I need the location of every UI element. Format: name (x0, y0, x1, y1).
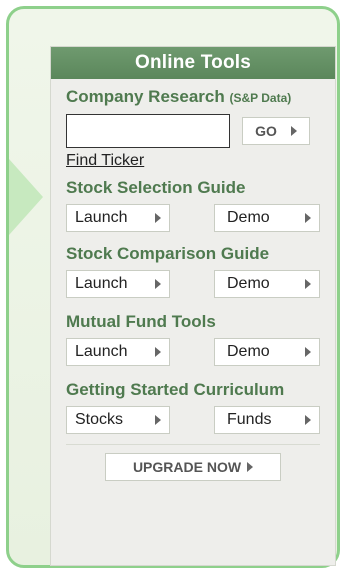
play-right-icon (155, 213, 161, 223)
stock-selection-guide-section: Stock Selection Guide Launch Demo (51, 178, 335, 232)
funds-label: Funds (227, 411, 272, 428)
stock-selection-demo-button[interactable]: Demo (214, 204, 320, 232)
upgrade-now-label: UPGRADE NOW (132, 459, 242, 475)
ticker-search-input[interactable] (66, 114, 230, 148)
stock-comparison-guide-title: Stock Comparison Guide (66, 244, 270, 263)
stock-selection-guide-buttons: Launch Demo (66, 204, 320, 232)
demo-label: Demo (227, 275, 270, 292)
go-button-label: GO (255, 123, 277, 139)
launch-label: Launch (75, 275, 128, 292)
upgrade-now-button[interactable]: UPGRADE NOW (105, 453, 281, 481)
go-button[interactable]: GO (242, 117, 310, 145)
stock-selection-launch-button[interactable]: Launch (66, 204, 170, 232)
stock-comparison-guide-buttons: Launch Demo (66, 270, 320, 298)
play-right-icon (305, 213, 311, 223)
mutual-fund-tools-buttons: Launch Demo (66, 338, 320, 366)
section-divider (66, 444, 320, 445)
mutual-fund-tools-title: Mutual Fund Tools (66, 312, 216, 331)
play-right-icon (155, 415, 161, 425)
online-tools-panel: Online Tools Company Research (S&P Data)… (50, 46, 336, 566)
stock-comparison-guide-section: Stock Comparison Guide Launch Demo (51, 244, 335, 298)
play-right-icon (305, 347, 311, 357)
stock-comparison-demo-button[interactable]: Demo (214, 270, 320, 298)
stocks-label: Stocks (75, 411, 124, 428)
curriculum-funds-button[interactable]: Funds (214, 406, 320, 434)
mutual-fund-tools-section: Mutual Fund Tools Launch Demo (51, 312, 335, 366)
curriculum-stocks-button[interactable]: Stocks (66, 406, 170, 434)
online-tools-widget: Online Tools Company Research (S&P Data)… (6, 6, 340, 568)
demo-label: Demo (227, 343, 270, 360)
play-right-icon (155, 347, 161, 357)
company-research-title-text: Company Research (66, 87, 225, 106)
mutual-fund-demo-button[interactable]: Demo (214, 338, 320, 366)
ticker-search-row: GO (66, 114, 320, 148)
side-pointer (9, 159, 43, 235)
company-research-subtitle: (S&P Data) (229, 91, 292, 105)
getting-started-curriculum-buttons: Stocks Funds (66, 406, 320, 434)
play-right-icon (290, 126, 297, 136)
play-right-icon (305, 279, 311, 289)
getting-started-curriculum-section: Getting Started Curriculum Stocks Funds (51, 380, 335, 434)
launch-label: Launch (75, 343, 128, 360)
find-ticker-link[interactable]: Find Ticker (66, 152, 144, 170)
demo-label: Demo (227, 209, 270, 226)
stock-comparison-launch-button[interactable]: Launch (66, 270, 170, 298)
upgrade-wrap: UPGRADE NOW (51, 453, 335, 481)
panel-title: Online Tools (51, 47, 335, 79)
mutual-fund-launch-button[interactable]: Launch (66, 338, 170, 366)
company-research-section: Company Research (S&P Data) GO Find Tick… (51, 87, 335, 170)
company-research-title: Company Research (S&P Data) (66, 87, 320, 108)
play-right-icon (155, 279, 161, 289)
getting-started-curriculum-title: Getting Started Curriculum (66, 380, 285, 399)
launch-label: Launch (75, 209, 128, 226)
stock-selection-guide-title: Stock Selection Guide (66, 178, 246, 197)
play-right-icon (247, 462, 254, 472)
play-right-icon (305, 415, 311, 425)
